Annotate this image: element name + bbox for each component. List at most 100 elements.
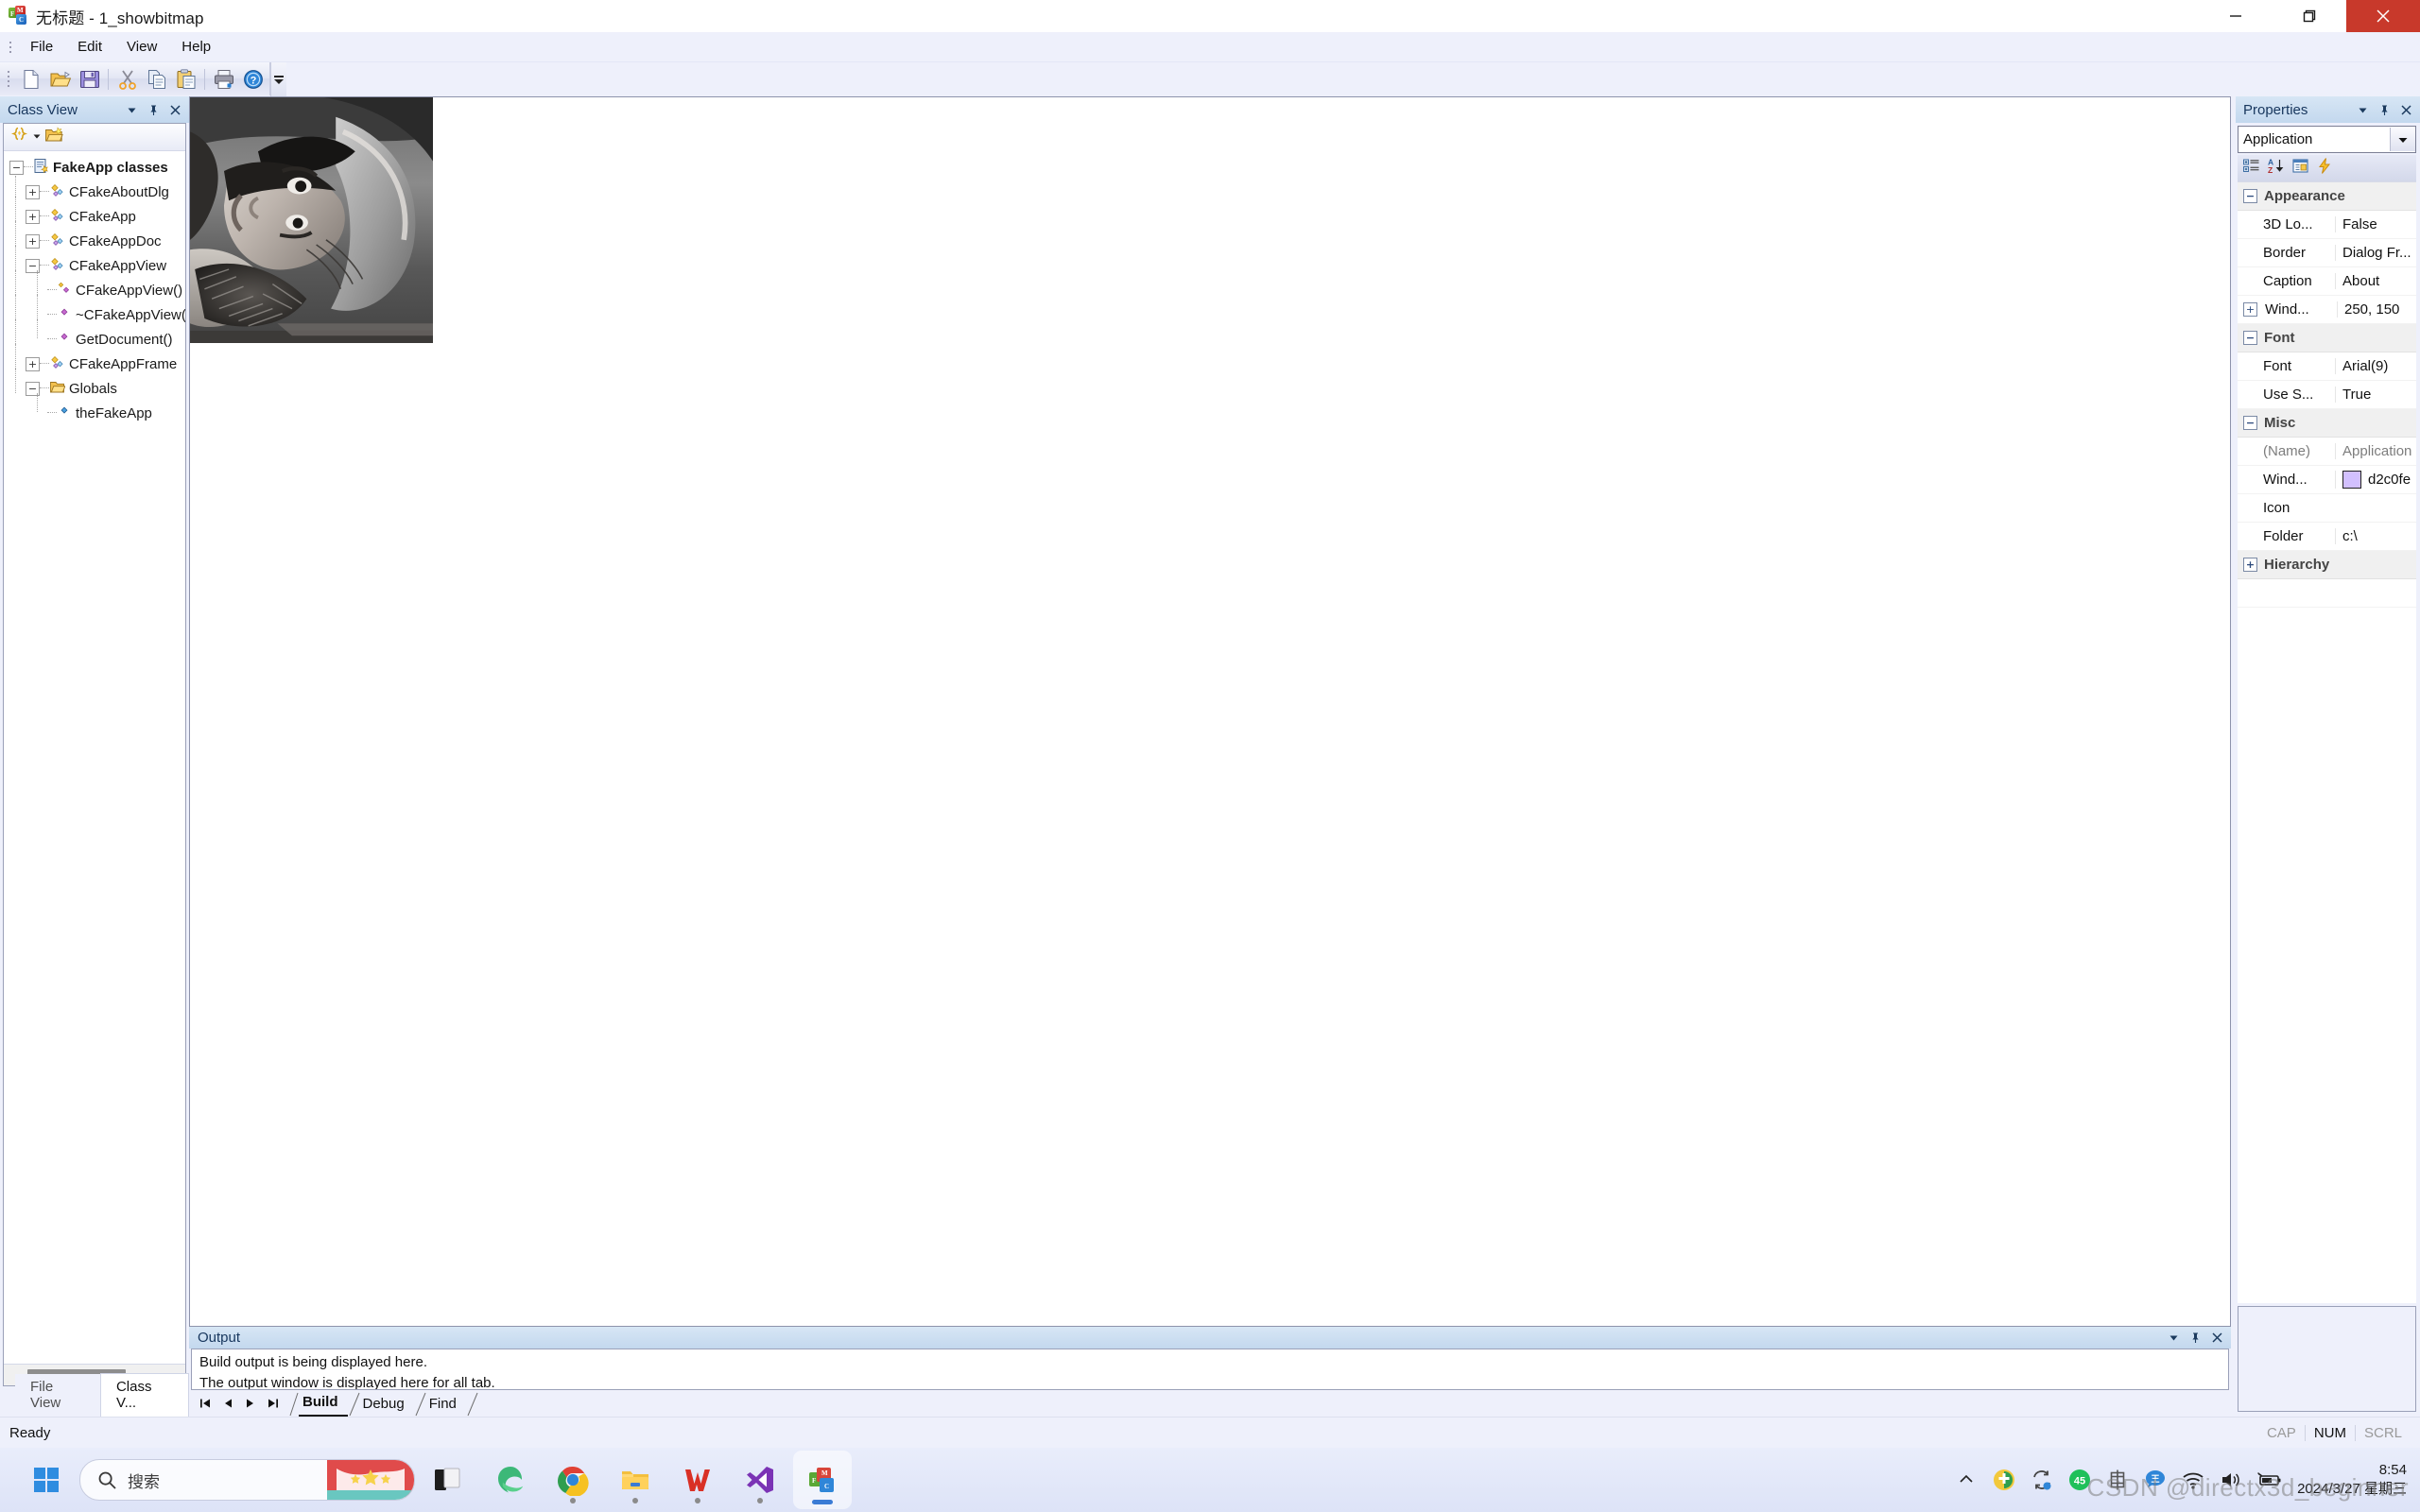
expander-collapse-icon[interactable]: −: [2243, 416, 2257, 430]
output-tab-find[interactable]: Find: [427, 1392, 466, 1417]
menu-file[interactable]: File: [20, 36, 63, 58]
new-document-button[interactable]: [16, 64, 45, 94]
sync-arrows-icon[interactable]: [2023, 1454, 2061, 1505]
new-folder-icon[interactable]: [44, 126, 63, 149]
file-explorer-icon[interactable]: [606, 1451, 665, 1509]
expander-expand-icon[interactable]: +: [2243, 302, 2257, 317]
copy-pages-button[interactable]: [142, 64, 171, 94]
menu-grip-icon[interactable]: [5, 39, 15, 56]
expander-collapse-icon[interactable]: −: [2243, 331, 2257, 345]
class-sort-icon[interactable]: [10, 126, 29, 149]
expander-collapse-icon[interactable]: −: [2243, 189, 2257, 203]
output-tab-build[interactable]: Build: [299, 1390, 348, 1417]
tree-item-project[interactable]: − FakeApp classes: [4, 155, 185, 180]
expander-expand-icon[interactable]: +: [26, 209, 40, 224]
show-hidden-icons-chevron[interactable]: [1947, 1454, 1985, 1505]
menu-edit[interactable]: Edit: [67, 36, 112, 58]
mfc-app-taskbar-icon[interactable]: M F C: [793, 1451, 852, 1509]
toolbar-grip-icon[interactable]: [3, 71, 13, 87]
previous-tab-icon[interactable]: [221, 1397, 234, 1410]
minimize-button[interactable]: [2199, 0, 2273, 32]
volume-icon[interactable]: [2212, 1454, 2250, 1505]
search-input[interactable]: 搜索: [79, 1459, 415, 1501]
events-icon[interactable]: [2316, 157, 2334, 180]
tab-file-view[interactable]: File View: [15, 1374, 100, 1417]
close-icon[interactable]: [2210, 1332, 2223, 1345]
last-tab-icon[interactable]: [267, 1397, 280, 1410]
visual-studio-icon[interactable]: [731, 1451, 789, 1509]
edge-browser-icon[interactable]: [481, 1451, 540, 1509]
output-text-area[interactable]: Build output is being displayed here. Th…: [191, 1349, 2229, 1390]
tree-item-class[interactable]: + CFakeAboutDlg: [4, 176, 185, 208]
cut-scissors-button[interactable]: [112, 64, 142, 94]
tab-class-view[interactable]: Class V...: [99, 1373, 189, 1417]
property-value[interactable]: Arial(9): [2335, 358, 2416, 374]
tree-item-class[interactable]: + CFakeAppDoc: [4, 221, 185, 253]
property-value[interactable]: c:\: [2335, 528, 2416, 544]
wangwang-icon[interactable]: 王: [2136, 1454, 2174, 1505]
speed-badge-45-icon[interactable]: 45: [2061, 1454, 2099, 1505]
next-tab-icon[interactable]: [244, 1397, 257, 1410]
tree-item-globals[interactable]: − Globals: [4, 369, 185, 401]
property-value[interactable]: False: [2335, 216, 2416, 232]
tree-item-method[interactable]: GetDocument(): [4, 319, 185, 352]
taskbar-clock[interactable]: 8:54 2024/3/27 星期三: [2297, 1461, 2407, 1499]
categorized-icon[interactable]: [2242, 157, 2260, 180]
toolbar-overflow-button[interactable]: [270, 62, 286, 96]
property-value[interactable]: Dialog Fr...: [2335, 245, 2416, 261]
property-row[interactable]: Caption About: [2238, 267, 2416, 296]
expander-expand-icon[interactable]: +: [2243, 558, 2257, 572]
close-icon[interactable]: [2399, 103, 2412, 116]
property-value[interactable]: About: [2335, 273, 2416, 289]
help-question-button[interactable]: ?: [238, 64, 268, 94]
tree-item-class-expanded[interactable]: − CFakeAppView: [4, 246, 185, 278]
pin-icon[interactable]: [147, 103, 160, 116]
chevron-down-icon[interactable]: [2167, 1332, 2180, 1345]
menu-view[interactable]: View: [116, 36, 167, 58]
tree-item-method[interactable]: CFakeAppView(): [4, 270, 185, 302]
property-category-row[interactable]: − Misc: [2238, 409, 2416, 438]
wps-office-icon[interactable]: [668, 1451, 727, 1509]
save-disk-button[interactable]: [75, 64, 104, 94]
expander-expand-icon[interactable]: +: [26, 233, 40, 249]
property-row[interactable]: + Wind... 250, 150: [2238, 296, 2416, 324]
chevron-down-icon[interactable]: [125, 103, 138, 116]
chevron-down-icon[interactable]: [2356, 103, 2369, 116]
chevron-down-icon[interactable]: [32, 129, 42, 146]
menu-help[interactable]: Help: [171, 36, 221, 58]
property-row[interactable]: Icon: [2238, 494, 2416, 523]
close-icon[interactable]: [168, 103, 182, 116]
class-view-tree[interactable]: − FakeApp classes + CFakeAboutDlg + CFak…: [4, 151, 185, 1364]
expander-expand-icon[interactable]: +: [26, 356, 40, 371]
property-row[interactable]: Border Dialog Fr...: [2238, 239, 2416, 267]
property-row[interactable]: 3D Lo... False: [2238, 211, 2416, 239]
alphabetic-sort-icon[interactable]: A Z: [2267, 157, 2285, 180]
open-folder-button[interactable]: [45, 64, 75, 94]
expander-expand-icon[interactable]: +: [26, 184, 40, 199]
chrome-browser-icon[interactable]: [544, 1451, 602, 1509]
antivirus-shield-icon[interactable]: [1985, 1454, 2023, 1505]
property-pages-icon[interactable]: [2291, 157, 2309, 180]
print-printer-button[interactable]: [209, 64, 238, 94]
start-windows-icon[interactable]: [17, 1451, 76, 1509]
pin-icon[interactable]: [2377, 103, 2391, 116]
property-row[interactable]: (Name) Application: [2238, 438, 2416, 466]
wifi-icon[interactable]: [2174, 1454, 2212, 1505]
object-selector-combobox[interactable]: Application: [2238, 126, 2416, 153]
property-row[interactable]: Use S... True: [2238, 381, 2416, 409]
ime-chinese-icon[interactable]: [2099, 1454, 2136, 1505]
property-row[interactable]: Folder c:\: [2238, 523, 2416, 551]
properties-grid[interactable]: − Appearance 3D Lo... False Border Dialo…: [2238, 181, 2416, 1303]
output-tab-debug[interactable]: Debug: [361, 1392, 414, 1417]
property-value[interactable]: True: [2335, 387, 2416, 403]
tree-item-method[interactable]: ~CFakeAppView(): [4, 295, 185, 327]
first-tab-icon[interactable]: [199, 1397, 212, 1410]
tree-item-class[interactable]: + CFakeApp: [4, 197, 185, 229]
property-category-row[interactable]: − Appearance: [2238, 182, 2416, 211]
tree-item-variable[interactable]: theFakeApp: [4, 393, 185, 425]
expander-collapse-icon[interactable]: −: [9, 160, 24, 175]
property-value-color[interactable]: d2c0fe: [2335, 471, 2416, 489]
task-view-icon[interactable]: [419, 1451, 477, 1509]
document-client-area[interactable]: [189, 96, 2231, 1327]
property-row[interactable]: Wind... d2c0fe: [2238, 466, 2416, 494]
